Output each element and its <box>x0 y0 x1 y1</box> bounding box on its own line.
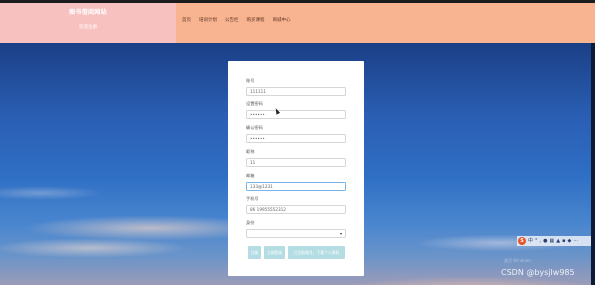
register-button[interactable]: 注册 <box>248 246 261 259</box>
ime-toolbar: S 中 ° , ● ▦ ▲ ▪ ◆ ⋯ <box>517 236 595 246</box>
comma-icon[interactable]: , <box>540 237 542 245</box>
nav-item-training[interactable]: 培训计划 <box>199 17 217 23</box>
nav-item-notice[interactable]: 公告栏 <box>225 17 239 23</box>
nav-item-courses[interactable]: 购买课程 <box>247 17 265 23</box>
window-right-edge <box>591 43 595 285</box>
confirm-password-input[interactable]: •••••• <box>246 134 346 143</box>
confirm-password-label: 确认密码 <box>246 125 263 130</box>
nickname-input[interactable]: 11 <box>246 158 346 167</box>
punct-icon[interactable]: ° <box>535 237 538 245</box>
chat-icon[interactable]: ◆ <box>567 237 571 245</box>
skin-icon[interactable]: ▲ <box>556 237 560 245</box>
password-label: 设置密码 <box>246 101 263 106</box>
register-card: 账号 111111 设置密码 •••••• 确认密码 •••••• 昵称 11 … <box>228 61 364 276</box>
mic-icon[interactable]: ● <box>543 237 547 245</box>
download-profile-button[interactable]: 已注册账号，下载个人资料 <box>288 246 345 259</box>
activation-watermark: 激活 Windows <box>504 258 532 263</box>
phone-input[interactable]: 86 19955552312 <box>246 205 346 214</box>
site-subtitle: 欢迎注册 <box>79 25 97 30</box>
email-label: 邮箱 <box>246 173 255 178</box>
chevron-down-icon: ▾ <box>339 231 342 236</box>
login-button[interactable]: 立即登录 <box>264 246 285 259</box>
csdn-watermark: CSDN @bysjlw985 <box>501 268 575 277</box>
email-input[interactable]: 133@1231 <box>246 182 346 191</box>
site-title: 图书借阅网站 <box>69 9 107 16</box>
nav-item-shop[interactable]: 商城中心 <box>273 17 291 23</box>
role-select[interactable]: ▾ <box>246 229 346 238</box>
nickname-label: 昵称 <box>246 149 255 154</box>
more-icon[interactable]: ⋯ <box>573 237 578 245</box>
main-nav: 首页 培训计划 公告栏 购买课程 商城中心 <box>182 17 291 23</box>
account-label: 账号 <box>246 78 255 83</box>
lang-cn-icon[interactable]: 中 <box>528 237 533 245</box>
sogou-ime-icon[interactable]: S <box>518 237 526 245</box>
nav-item-home[interactable]: 首页 <box>182 17 191 23</box>
password-input[interactable]: •••••• <box>246 110 346 119</box>
phone-label: 手机号 <box>246 196 259 201</box>
account-input[interactable]: 111111 <box>246 87 346 96</box>
header-nav-area <box>176 3 595 43</box>
role-label: 身份 <box>246 220 255 225</box>
keyboard-icon[interactable]: ▦ <box>549 237 554 245</box>
grid-icon[interactable]: ▪ <box>562 237 565 245</box>
